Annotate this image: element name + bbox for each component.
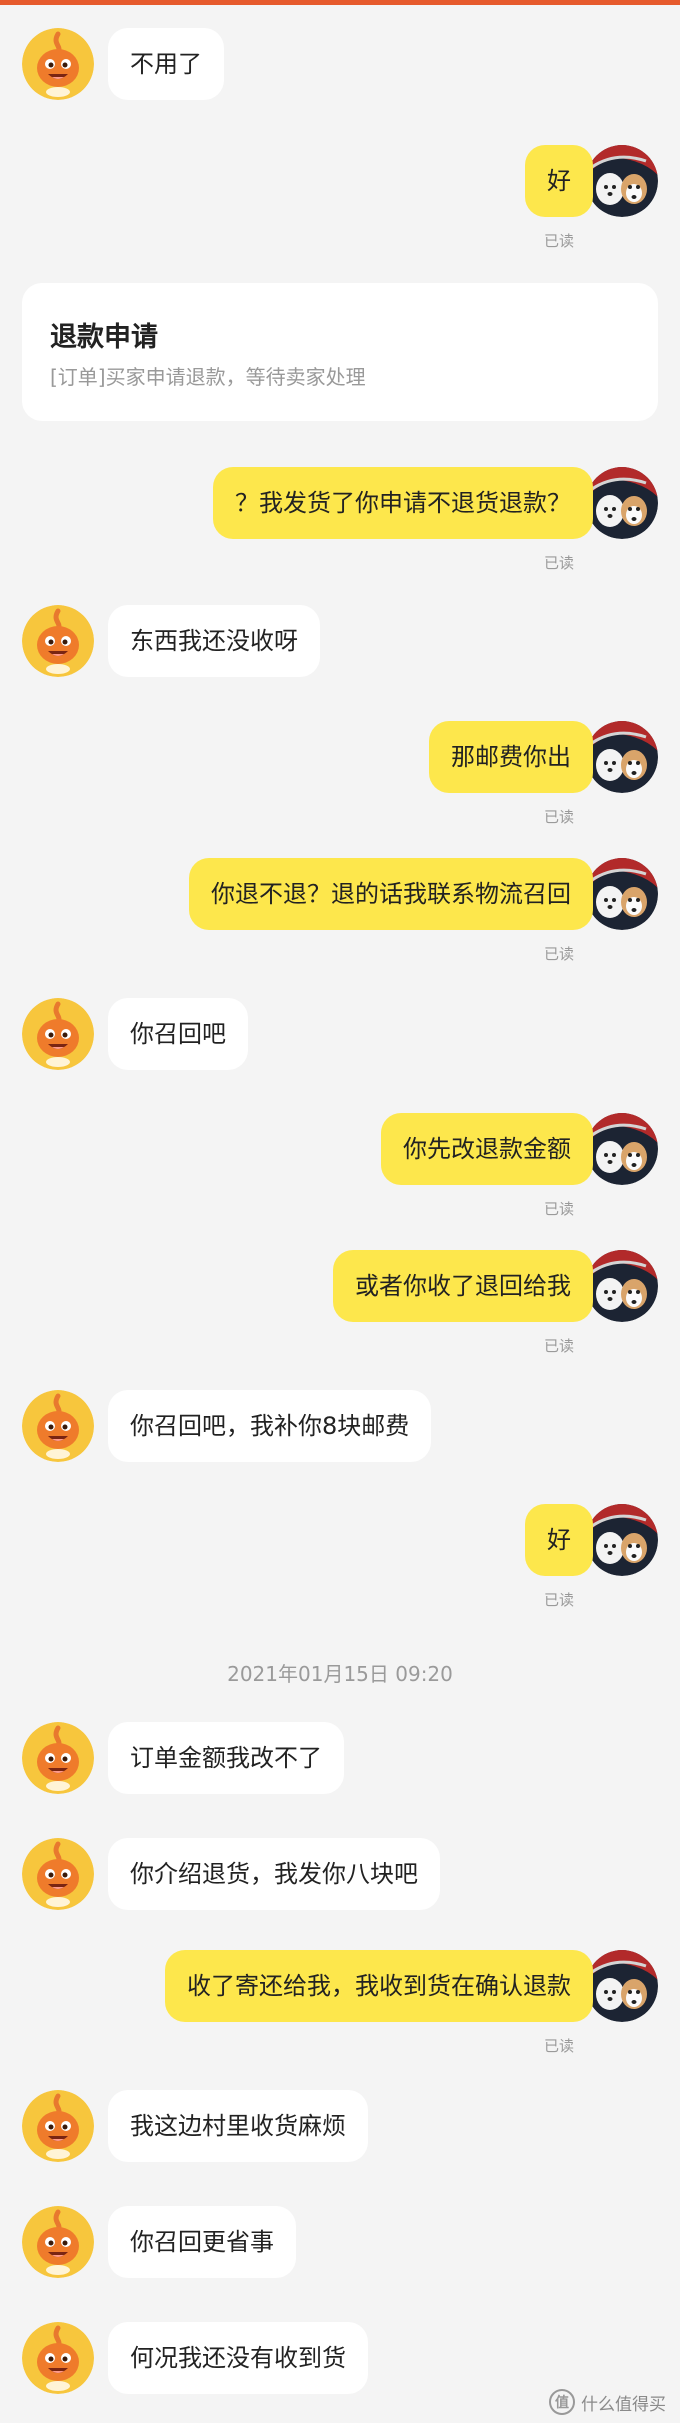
message-bubble[interactable]: 你召回吧，我补你8块邮费	[108, 1390, 432, 1462]
message-bubble[interactable]: 何况我还没有收到货	[108, 2322, 368, 2394]
top-accent-bar	[0, 0, 680, 5]
message-bubble[interactable]: 好	[525, 145, 593, 217]
seller-avatar[interactable]	[22, 605, 94, 677]
buyer-avatar[interactable]	[586, 1504, 658, 1576]
chat-timestamp: 2021年01月15日 09:20	[227, 1662, 453, 1686]
message-bubble[interactable]: 东西我还没收呀	[108, 605, 320, 677]
card-subtitle: [订单]买家申请退款，等待卖家处理	[50, 365, 366, 389]
read-status: 已读	[543, 1337, 574, 1355]
message-bubble[interactable]: 你介绍退货，我发你八块吧	[108, 1838, 440, 1910]
message-bubble[interactable]: 订单金额我改不了	[108, 1722, 344, 1794]
read-status: 已读	[543, 2037, 574, 2055]
card-title: 退款申请	[50, 322, 158, 353]
message-bubble[interactable]: 不用了	[108, 28, 224, 100]
read-status: 已读	[543, 945, 574, 963]
watermark: 值 什么值得买	[549, 2389, 666, 2415]
refund-request-card[interactable]: 退款申请 [订单]买家申请退款，等待卖家处理	[22, 283, 658, 421]
seller-avatar[interactable]	[22, 1838, 94, 1910]
read-status: 已读	[543, 554, 574, 572]
read-status: 已读	[543, 1591, 574, 1609]
read-status: 已读	[543, 232, 574, 250]
buyer-avatar[interactable]	[586, 1113, 658, 1185]
buyer-avatar[interactable]	[586, 1250, 658, 1322]
message-bubble[interactable]: 你退不退？退的话我联系物流召回	[189, 858, 593, 930]
seller-avatar[interactable]	[22, 1722, 94, 1794]
read-status: 已读	[543, 1200, 574, 1218]
smzdm-logo-icon: 值	[549, 2389, 575, 2415]
message-bubble[interactable]: 你先改退款金额	[381, 1113, 593, 1185]
buyer-avatar[interactable]	[586, 145, 658, 217]
message-bubble[interactable]: 或者你收了退回给我	[333, 1250, 593, 1322]
buyer-avatar[interactable]	[586, 858, 658, 930]
watermark-text: 什么值得买	[581, 2394, 666, 2415]
seller-avatar[interactable]	[22, 28, 94, 100]
message-bubble[interactable]: 你召回吧	[108, 998, 248, 1070]
message-bubble[interactable]: 我这边村里收货麻烦	[108, 2090, 368, 2162]
message-bubble[interactable]: 那邮费你出	[429, 721, 593, 793]
seller-avatar[interactable]	[22, 2090, 94, 2162]
message-bubble[interactable]: 收了寄还给我，我收到货在确认退款	[165, 1950, 593, 2022]
message-bubble[interactable]: 你召回更省事	[108, 2206, 296, 2278]
buyer-avatar[interactable]	[586, 721, 658, 793]
seller-avatar[interactable]	[22, 1390, 94, 1462]
buyer-avatar[interactable]	[586, 467, 658, 539]
buyer-avatar[interactable]	[586, 1950, 658, 2022]
seller-avatar[interactable]	[22, 2206, 94, 2278]
read-status: 已读	[543, 808, 574, 826]
seller-avatar[interactable]	[22, 2322, 94, 2394]
message-bubble[interactable]: 好	[525, 1504, 593, 1576]
message-bubble[interactable]: ？我发货了你申请不退货退款？	[213, 467, 593, 539]
seller-avatar[interactable]	[22, 998, 94, 1070]
